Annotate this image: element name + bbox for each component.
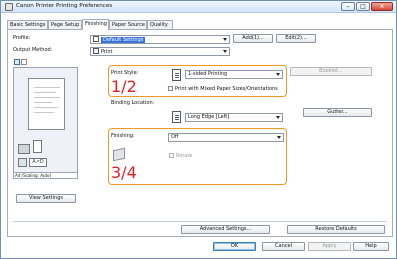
orientation-icon: A↗D	[29, 158, 47, 167]
mixed-sizes-label: Print with Mixed Paper Sizes/Orientation…	[175, 86, 278, 92]
page-icon	[33, 140, 42, 153]
output-method-label: Output Method:	[13, 47, 53, 53]
maximize-button[interactable]: □	[356, 2, 370, 11]
print-style-select[interactable]: 1-sided Printing	[185, 70, 283, 79]
rotate-label: Rotate	[176, 153, 193, 159]
page-preview: A↗D	[13, 67, 78, 173]
finishing-value: Off	[171, 134, 179, 140]
profile-label: Profile:	[13, 35, 31, 41]
edit-profile-button[interactable]: Edit(2)...	[276, 34, 316, 43]
ok-button[interactable]: OK	[213, 242, 256, 251]
mixed-sizes-checkbox[interactable]	[168, 86, 173, 91]
add-profile-button[interactable]: Add(1)...	[233, 34, 273, 43]
help-button[interactable]: Help	[353, 242, 389, 251]
profile-select[interactable]: Default Settings	[90, 35, 230, 44]
printer-icon	[18, 144, 30, 154]
printer-view-icon[interactable]	[21, 59, 27, 65]
chevron-down-icon	[276, 73, 280, 76]
printing-preferences-window: Canon Printer Printing Preferences – □ ×…	[0, 0, 397, 259]
profile-value: Default Settings	[101, 37, 146, 43]
output-method-value: Print	[101, 49, 113, 55]
print-icon	[93, 48, 99, 54]
separator	[13, 221, 387, 222]
finishing-label: Finishing:	[111, 133, 135, 139]
apply-button[interactable]: Apply	[308, 242, 351, 251]
minimize-button[interactable]: –	[341, 2, 355, 11]
view-settings-button[interactable]: View Settings	[16, 194, 76, 203]
page-view-icon[interactable]	[14, 59, 20, 65]
step-marker-1-2: 1/2	[111, 77, 137, 96]
binding-location-value: Long Edge [Left]	[188, 114, 230, 120]
one-sided-icon	[172, 69, 181, 81]
preview-caption: A4 [Scaling: Auto]	[13, 173, 78, 179]
printer-icon	[5, 3, 13, 11]
finishing-select[interactable]: Off	[168, 133, 284, 142]
advanced-settings-button[interactable]: Advanced Settings...	[181, 225, 270, 234]
step-marker-3-4: 3/4	[111, 163, 137, 182]
tray-icon	[18, 158, 27, 167]
chevron-down-icon	[276, 116, 280, 119]
binding-icon	[172, 111, 181, 123]
binding-location-label: Binding Location:	[111, 100, 155, 106]
close-button[interactable]: ×	[371, 2, 393, 11]
window-title: Canon Printer Printing Preferences	[16, 3, 113, 9]
profile-icon	[93, 36, 99, 42]
gutter-button[interactable]: Gutter...	[303, 108, 372, 117]
rotate-checkbox[interactable]	[169, 153, 174, 158]
chevron-down-icon	[223, 50, 227, 53]
tab-finishing[interactable]: Finishing	[82, 19, 109, 30]
restore-defaults-button[interactable]: Restore Defaults	[287, 225, 385, 234]
output-method-select[interactable]: Print	[90, 47, 230, 56]
title-bar: Canon Printer Printing Preferences – □ ×	[1, 1, 396, 13]
booklet-button[interactable]: Booklet...	[290, 67, 372, 76]
print-style-value: 1-sided Printing	[188, 71, 228, 77]
cancel-button[interactable]: Cancel	[262, 242, 305, 251]
binding-location-select[interactable]: Long Edge [Left]	[185, 113, 283, 122]
chevron-down-icon	[277, 136, 281, 139]
print-style-label: Print Style:	[111, 70, 139, 76]
paper-preview	[28, 78, 65, 130]
chevron-down-icon	[223, 38, 227, 41]
